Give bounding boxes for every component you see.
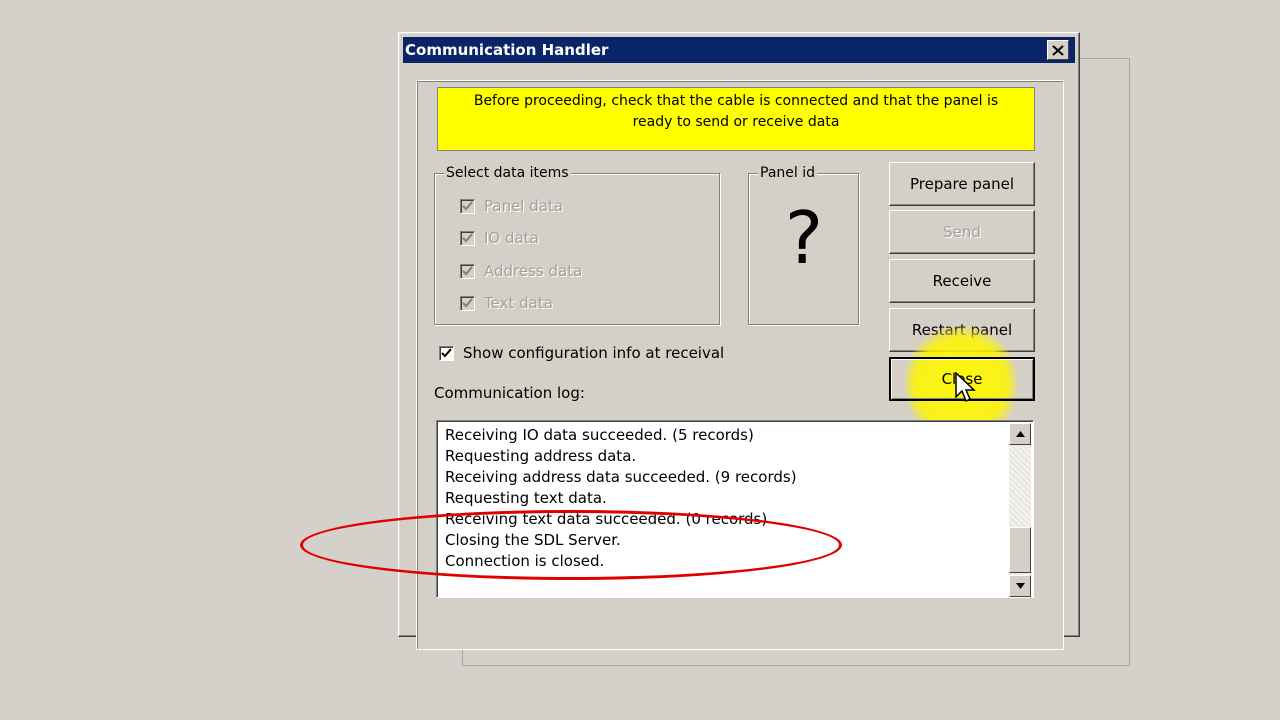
prepare-panel-button[interactable]: Prepare panel xyxy=(889,162,1035,206)
text-data-label: Text data xyxy=(484,294,553,312)
address-data-label: Address data xyxy=(484,262,583,280)
show-config-checkbox[interactable]: Show configuration info at receival xyxy=(439,344,724,362)
checkbox-box xyxy=(460,263,475,279)
scroll-up-button[interactable] xyxy=(1009,423,1031,445)
log-line: Requesting text data. xyxy=(445,489,607,507)
check-icon xyxy=(441,348,452,358)
show-config-label: Show configuration info at receival xyxy=(463,344,725,362)
log-line: Receiving address data succeeded. (9 rec… xyxy=(445,468,797,486)
checkbox-box xyxy=(439,345,454,361)
close-icon xyxy=(1052,44,1064,56)
log-lines: Receiving IO data succeeded. (5 records)… xyxy=(445,425,797,572)
log-line: Connection is closed. xyxy=(445,552,605,570)
checkbox-box xyxy=(460,295,475,311)
panel-data-checkbox[interactable]: Panel data xyxy=(460,197,563,215)
check-icon xyxy=(462,201,473,211)
panel-id-label: Panel id xyxy=(758,165,817,181)
scroll-thumb[interactable] xyxy=(1009,527,1031,573)
check-icon xyxy=(462,298,473,308)
close-button[interactable]: Close xyxy=(889,357,1035,401)
instruction-banner: Before proceeding, check that the cable … xyxy=(437,87,1035,151)
title-close-button[interactable] xyxy=(1047,40,1069,60)
checkbox-box xyxy=(460,230,475,246)
send-button[interactable]: Send xyxy=(889,210,1035,254)
check-icon xyxy=(462,266,473,276)
receive-button[interactable]: Receive xyxy=(889,259,1035,303)
panel-id-value: ? xyxy=(784,196,824,280)
banner-text-line-1: Before proceeding, check that the cable … xyxy=(473,93,999,109)
select-data-items-label: Select data items xyxy=(444,165,571,181)
scroll-down-button[interactable] xyxy=(1009,575,1031,597)
checkbox-box xyxy=(460,198,475,214)
communication-log-label: Communication log: xyxy=(434,384,585,402)
address-data-checkbox[interactable]: Address data xyxy=(460,262,582,280)
check-icon xyxy=(462,233,473,243)
log-line: Receiving IO data succeeded. (5 records) xyxy=(445,426,754,444)
log-line: Receiving text data succeeded. (0 record… xyxy=(445,510,768,528)
panel-data-label: Panel data xyxy=(484,197,564,215)
io-data-checkbox[interactable]: IO data xyxy=(460,229,539,247)
banner-text-line-2: ready to send or receive data xyxy=(632,114,840,130)
window-title: Communication Handler xyxy=(405,41,609,59)
title-bar[interactable]: Communication Handler xyxy=(403,37,1075,63)
log-line: Closing the SDL Server. xyxy=(445,531,621,549)
text-data-checkbox[interactable]: Text data xyxy=(460,294,553,312)
log-scrollbar[interactable] xyxy=(1009,423,1031,597)
communication-log[interactable]: Receiving IO data succeeded. (5 records)… xyxy=(436,420,1034,598)
restart-panel-button[interactable]: Restart panel xyxy=(889,308,1035,352)
arrow-up-icon xyxy=(1015,431,1025,437)
arrow-down-icon xyxy=(1015,583,1025,589)
log-line: Requesting address data. xyxy=(445,447,637,465)
io-data-label: IO data xyxy=(484,229,539,247)
